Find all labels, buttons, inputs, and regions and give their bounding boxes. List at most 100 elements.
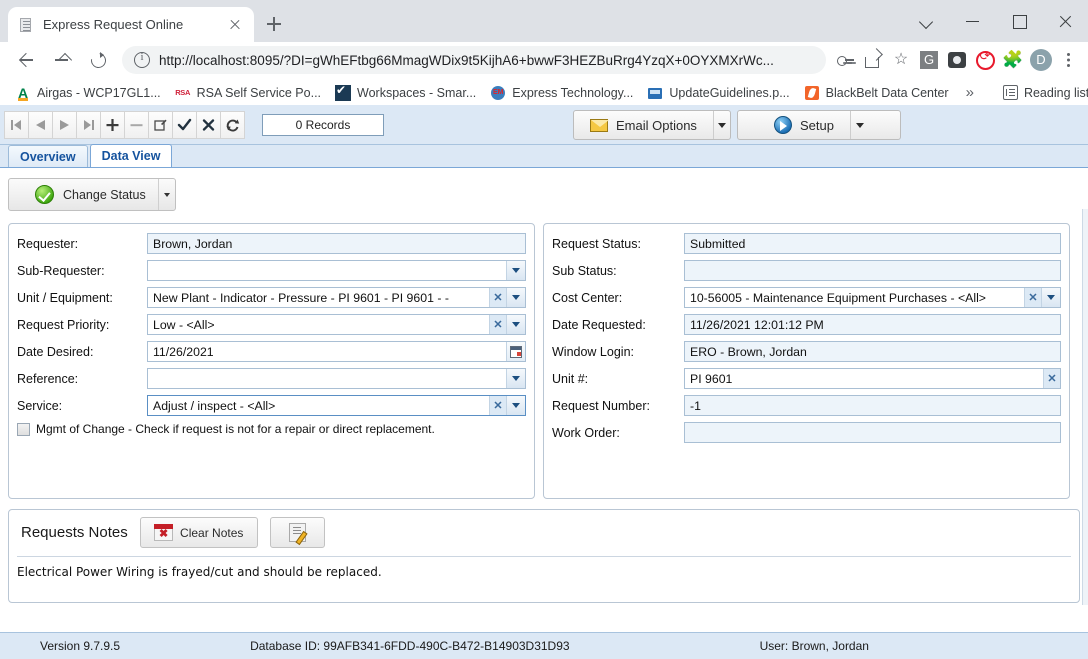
unit-number-input[interactable]: PI 9601 ✕ — [684, 368, 1061, 389]
screencast-extension-icon[interactable] — [944, 47, 970, 73]
request-status-input[interactable]: Submitted — [684, 233, 1061, 254]
adblock-extension-icon[interactable] — [972, 47, 998, 73]
request-priority-input[interactable]: Low - <All> ✕ — [147, 314, 526, 335]
mgmt-of-change-checkbox[interactable] — [17, 422, 30, 436]
refresh-record-button[interactable] — [220, 110, 245, 139]
field-unit-number: Unit #: PI 9601 ✕ — [552, 368, 1061, 389]
change-status-dropdown-arrow[interactable] — [158, 179, 175, 210]
minimize-icon[interactable] — [950, 5, 996, 37]
application-content: 0 Records Email Options Setup Overview D… — [0, 105, 1088, 659]
email-options-dropdown-arrow[interactable] — [712, 111, 730, 139]
field-work-order: Work Order: — [552, 422, 1061, 443]
tab-data-view[interactable]: Data View — [89, 144, 173, 167]
user-label: User: Brown, Jordan — [759, 639, 869, 653]
sub-requester-input[interactable] — [147, 260, 526, 281]
close-tab-icon[interactable] — [226, 16, 244, 34]
notes-text[interactable]: Electrical Power Wiring is frayed/cut an… — [17, 556, 1071, 598]
grammarly-extension-icon[interactable]: G — [916, 47, 942, 73]
reference-input[interactable] — [147, 368, 526, 389]
cancel-record-button[interactable] — [196, 110, 221, 139]
calendar-picker-button[interactable] — [506, 342, 525, 361]
password-key-icon[interactable] — [832, 47, 858, 73]
dropdown-button[interactable] — [506, 288, 525, 307]
bookmark-express-technology[interactable]: Express Technology... — [483, 82, 640, 104]
clear-icon[interactable]: ✕ — [1043, 369, 1060, 388]
email-options-button[interactable]: Email Options — [573, 110, 731, 140]
forward-icon[interactable] — [47, 45, 77, 75]
edit-record-button[interactable] — [148, 110, 173, 139]
extensions-puzzle-icon[interactable]: 🧩 — [1000, 47, 1026, 73]
window-login-input[interactable]: ERO - Brown, Jordan — [684, 341, 1061, 362]
sub-status-input[interactable] — [684, 260, 1061, 281]
new-tab-button[interactable] — [260, 10, 288, 38]
browser-menu-icon[interactable] — [1056, 47, 1080, 73]
previous-record-button[interactable] — [28, 110, 53, 139]
bookmark-label: RSA Self Service Po... — [196, 85, 322, 100]
request-number-input[interactable]: -1 — [684, 395, 1061, 416]
dropdown-button[interactable] — [506, 261, 525, 280]
field-label: Request Status: — [552, 236, 641, 251]
site-info-icon[interactable] — [134, 51, 150, 68]
bookmark-rsa[interactable]: RSA RSA Self Service Po... — [168, 82, 328, 104]
app-body: Change Status Requester: Brown, Jordan S… — [0, 169, 1088, 632]
add-record-button[interactable] — [100, 110, 125, 139]
next-record-button[interactable] — [52, 110, 77, 139]
delete-record-button[interactable] — [124, 110, 149, 139]
bookmark-star-icon[interactable]: ☆ — [888, 47, 914, 73]
clear-icon[interactable]: ✕ — [489, 288, 506, 307]
accept-record-button[interactable] — [172, 110, 197, 139]
browser-tab[interactable]: Express Request Online — [8, 7, 254, 42]
record-toolbar: 0 Records Email Options Setup — [0, 105, 1088, 145]
reload-icon[interactable] — [83, 45, 113, 75]
dropdown-button[interactable] — [506, 369, 525, 388]
date-desired-input[interactable]: 11/26/2021 — [147, 341, 526, 362]
date-requested-input[interactable]: 11/26/2021 12:01:12 PM — [684, 314, 1061, 335]
setup-main[interactable]: Setup — [738, 111, 850, 139]
bookmark-update-guidelines[interactable]: UpdateGuidelines.p... — [640, 82, 796, 104]
last-record-button[interactable] — [76, 110, 101, 139]
tab-overview[interactable]: Overview — [8, 145, 88, 167]
field-request-number: Request Number: -1 — [552, 395, 1061, 416]
bookmark-blackbelt[interactable]: BlackBelt Data Center — [797, 82, 956, 104]
close-window-icon[interactable] — [1042, 5, 1088, 37]
bookmarks-overflow-icon[interactable]: » — [956, 84, 984, 101]
dropdown-button[interactable] — [1041, 288, 1060, 307]
back-icon[interactable] — [11, 45, 41, 75]
calendar-icon — [510, 345, 522, 358]
work-order-input[interactable] — [684, 422, 1061, 443]
setup-button[interactable]: Setup — [737, 110, 901, 140]
clear-icon[interactable]: ✕ — [489, 315, 506, 334]
first-record-button[interactable] — [4, 110, 29, 139]
address-bar[interactable]: http://localhost:8095/?DI=gWhEFtbg66Mmag… — [122, 46, 826, 74]
clear-icon[interactable]: ✕ — [1024, 288, 1041, 307]
profile-avatar[interactable]: D — [1028, 47, 1054, 73]
version-label: Version 9.7.9.5 — [40, 639, 121, 653]
share-icon[interactable] — [860, 47, 886, 73]
requester-input[interactable]: Brown, Jordan — [147, 233, 526, 254]
unit-equipment-input[interactable]: New Plant - Indicator - Pressure - PI 96… — [147, 287, 526, 308]
setup-dropdown-arrow[interactable] — [849, 111, 870, 139]
bookmark-workspaces[interactable]: Workspaces - Smar... — [328, 82, 483, 104]
field-label: Sub Status: — [552, 263, 617, 278]
change-status-button[interactable]: Change Status — [8, 178, 176, 211]
green-check-icon — [35, 185, 54, 204]
clear-icon[interactable]: ✕ — [489, 396, 506, 415]
maximize-icon[interactable] — [996, 5, 1042, 37]
edit-notes-button[interactable] — [269, 517, 325, 548]
dropdown-button[interactable] — [506, 396, 525, 415]
cost-center-input[interactable]: 10-56005 - Maintenance Equipment Purchas… — [684, 287, 1061, 308]
reading-list-button[interactable]: Reading list — [996, 82, 1088, 103]
field-label: Unit / Equipment: — [17, 290, 113, 305]
chevron-down-icon — [717, 122, 726, 128]
clear-notes-button[interactable]: Clear Notes — [139, 517, 258, 548]
service-input[interactable]: Adjust / inspect - <All> ✕ — [147, 395, 526, 416]
dropdown-button[interactable] — [506, 315, 525, 334]
chevron-down-icon — [164, 192, 170, 197]
bookmark-label: Express Technology... — [512, 85, 634, 100]
email-options-main[interactable]: Email Options — [574, 111, 713, 139]
bookmark-label: Workspaces - Smar... — [357, 85, 477, 100]
bookmark-airgas[interactable]: A Airgas - WCP17GL1... — [8, 82, 168, 104]
chevron-down-icon[interactable] — [904, 5, 950, 37]
change-status-main[interactable]: Change Status — [9, 179, 158, 210]
vertical-scrollbar[interactable] — [1082, 209, 1088, 605]
